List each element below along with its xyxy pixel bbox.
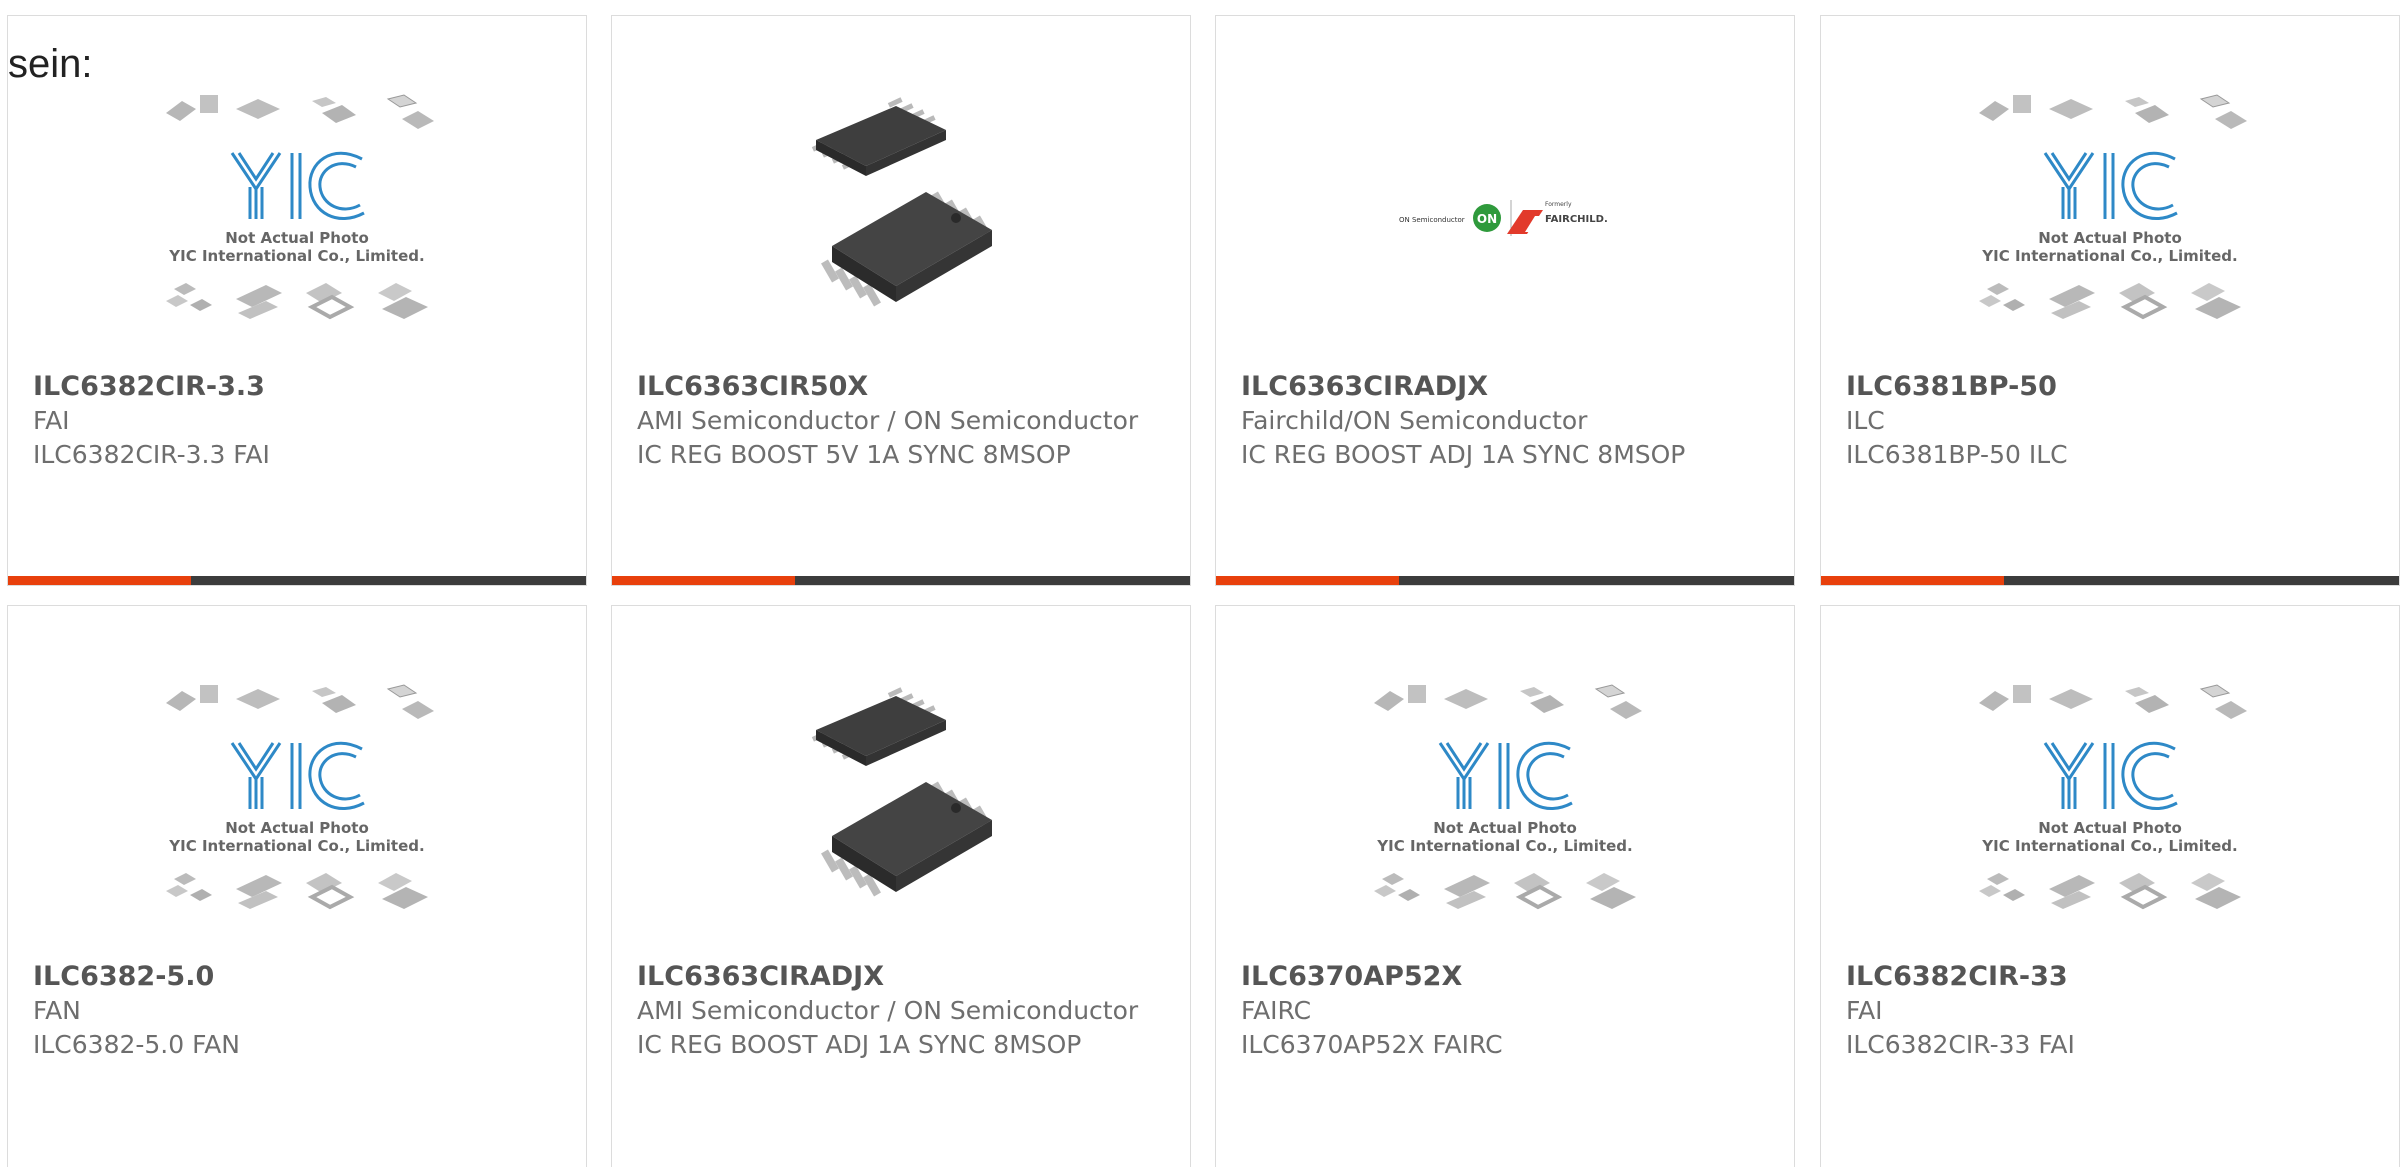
accent-segment — [1821, 576, 2004, 585]
product-info: ILC6363CIRADJX AMI Semiconductor / ON Sem… — [637, 960, 1170, 1062]
product-card[interactable]: Not Actual Photo YIC International Co., … — [1820, 15, 2400, 586]
product-image[interactable]: Not Actual Photo YIC International Co., … — [8, 66, 586, 366]
placeholder-line2: YIC International Co., Limited. — [1376, 837, 1632, 855]
manufacturer-text: ILC — [1846, 406, 1885, 435]
part-number-link[interactable]: ILC6382-5.0 — [33, 960, 566, 994]
product-image[interactable]: Not Actual Photo YIC International Co., … — [1216, 656, 1794, 956]
description-text: IC REG BOOST ADJ 1A SYNC 8MSOP — [1241, 440, 1686, 469]
accent-segment — [1216, 576, 1399, 585]
part-number-link[interactable]: ILC6363CIRADJX — [1241, 370, 1774, 404]
manufacturer-text: FAIRC — [1241, 996, 1312, 1025]
description-text: ILC6382CIR-33 FAI — [1846, 1030, 2075, 1059]
card-accent-bar — [8, 576, 586, 585]
dark-segment — [191, 576, 586, 585]
on-logo-text: ON — [1477, 212, 1497, 226]
manufacturer-text: FAI — [33, 406, 70, 435]
product-card[interactable]: Not Actual Photo YIC International Co., … — [1820, 605, 2400, 1167]
product-image[interactable]: Not Actual Photo YIC International Co., … — [1821, 656, 2399, 956]
description-text: ILC6381BP-50 ILC — [1846, 440, 2068, 469]
placeholder-line1: Not Actual Photo — [1433, 819, 1577, 837]
product-info: ILC6382-5.0 FAN ILC6382-5.0 FAN — [33, 960, 566, 1062]
card-accent-bar — [612, 576, 1190, 585]
placeholder-line1: Not Actual Photo — [2038, 229, 2182, 247]
placeholder-line1: Not Actual Photo — [225, 819, 369, 837]
on-semiconductor-wordmark: ON Semiconductor — [1399, 216, 1465, 224]
manufacturer-text: AMI Semiconductor / ON Semiconductor — [637, 406, 1139, 435]
msop-chip-image — [811, 97, 992, 307]
part-number-link[interactable]: ILC6363CIR50X — [637, 370, 1170, 404]
part-number-link[interactable]: ILC6382CIR-3.3 — [33, 370, 566, 404]
product-info: ILC6382CIR-3.3 FAI ILC6382CIR-3.3 FAI — [33, 370, 566, 472]
not-actual-photo-image: Not Actual Photo YIC International Co., … — [1372, 684, 1643, 911]
msop-chip-image — [811, 687, 992, 897]
fairchild-wordmark: FAIRCHILD. — [1545, 214, 1608, 225]
product-card[interactable]: ILC6363CIR50X AMI Semiconductor / ON Semi… — [611, 15, 1191, 586]
card-accent-bar — [1821, 576, 2399, 585]
dark-segment — [1399, 576, 1794, 585]
accent-segment — [8, 576, 191, 585]
part-number-link[interactable]: ILC6370AP52X — [1241, 960, 1774, 994]
card-accent-bar — [1216, 576, 1794, 585]
description-text: IC REG BOOST 5V 1A SYNC 8MSOP — [637, 440, 1071, 469]
product-info: ILC6382CIR-33 FAI ILC6382CIR-33 FAI — [1846, 960, 2379, 1062]
placeholder-line2: YIC International Co., Limited. — [168, 837, 424, 855]
not-actual-photo-image: Not Actual Photo YIC International Co., … — [164, 94, 435, 321]
placeholder-line2: YIC International Co., Limited. — [1981, 837, 2237, 855]
product-info: ILC6363CIRADJX Fairchild/ON Semiconductor… — [1241, 370, 1774, 472]
description-text: IC REG BOOST ADJ 1A SYNC 8MSOP — [637, 1030, 1082, 1059]
placeholder-line1: Not Actual Photo — [2038, 819, 2182, 837]
description-text: ILC6382CIR-3.3 FAI — [33, 440, 270, 469]
part-number-link[interactable]: ILC6382CIR-33 — [1846, 960, 2379, 994]
manufacturer-text: AMI Semiconductor / ON Semiconductor — [637, 996, 1139, 1025]
part-number-link[interactable]: ILC6363CIRADJX — [637, 960, 1170, 994]
part-number-link[interactable]: ILC6381BP-50 — [1846, 370, 2379, 404]
not-actual-photo-image: Not Actual Photo YIC International Co., … — [164, 684, 435, 911]
product-image[interactable]: ON Semiconductor ON Formerly FAIRCHILD. — [1216, 66, 1794, 366]
product-image[interactable] — [612, 656, 1190, 956]
product-card[interactable]: Not Actual Photo YIC International Co., … — [7, 15, 587, 586]
product-info: ILC6381BP-50 ILC ILC6381BP-50 ILC — [1846, 370, 2379, 472]
product-card[interactable]: ILC6363CIRADJX AMI Semiconductor / ON Sem… — [611, 605, 1191, 1167]
product-card[interactable]: Not Actual Photo YIC International Co., … — [7, 605, 587, 1167]
placeholder-line1: Not Actual Photo — [225, 229, 369, 247]
product-info: ILC6363CIR50X AMI Semiconductor / ON Semi… — [637, 370, 1170, 472]
manufacturer-text: FAI — [1846, 996, 1883, 1025]
manufacturer-text: Fairchild/ON Semiconductor — [1241, 406, 1588, 435]
product-image[interactable]: Not Actual Photo YIC International Co., … — [1821, 66, 2399, 366]
accent-segment — [612, 576, 795, 585]
dark-segment — [2004, 576, 2399, 585]
product-info: ILC6370AP52X FAIRC ILC6370AP52X FAIRC — [1241, 960, 1774, 1062]
description-text: ILC6370AP52X FAIRC — [1241, 1030, 1503, 1059]
manufacturer-text: FAN — [33, 996, 81, 1025]
product-card[interactable]: ON Semiconductor ON Formerly FAIRCHILD. … — [1215, 15, 1795, 586]
dark-segment — [795, 576, 1190, 585]
not-actual-photo-image: Not Actual Photo YIC International Co., … — [1977, 94, 2248, 321]
product-image[interactable]: Not Actual Photo YIC International Co., … — [8, 656, 586, 956]
product-image[interactable] — [612, 66, 1190, 366]
intro-text: sein: — [8, 42, 93, 86]
not-actual-photo-image: Not Actual Photo YIC International Co., … — [1977, 684, 2248, 911]
on-fairchild-logo: ON Semiconductor ON Formerly FAIRCHILD. — [1399, 200, 1608, 236]
description-text: ILC6382-5.0 FAN — [33, 1030, 240, 1059]
placeholder-line2: YIC International Co., Limited. — [168, 247, 424, 265]
placeholder-line2: YIC International Co., Limited. — [1981, 247, 2237, 265]
product-card[interactable]: Not Actual Photo YIC International Co., … — [1215, 605, 1795, 1167]
formerly-text: Formerly — [1545, 201, 1572, 208]
